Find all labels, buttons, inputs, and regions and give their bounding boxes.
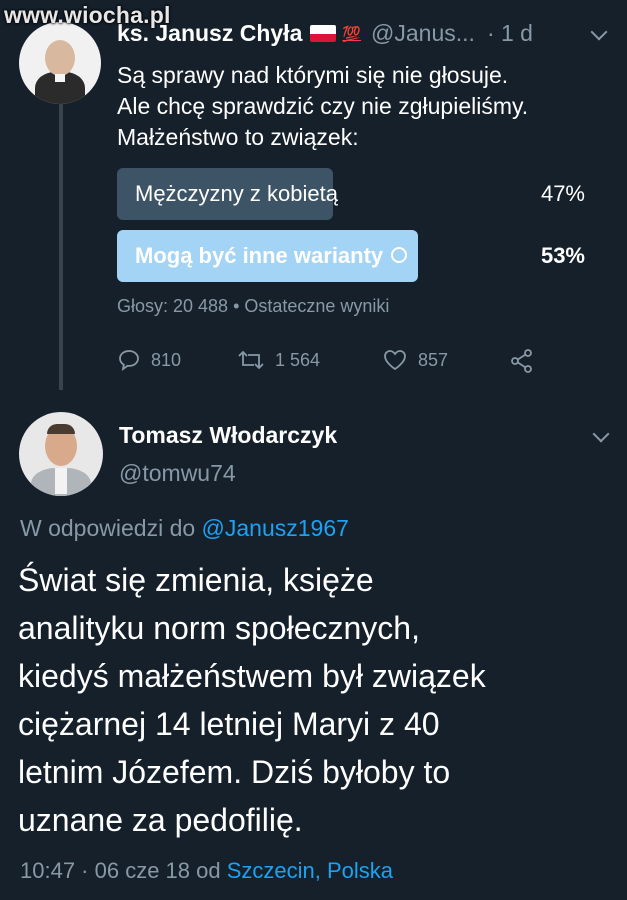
retweet-action[interactable]: 1 564 <box>237 348 320 372</box>
tweet-text-line: letnim Józefem. Dziś byłoby to <box>18 754 451 790</box>
tweet-text-line: Małżeństwo to związek: <box>117 124 359 150</box>
share-icon <box>511 349 532 373</box>
tweet-text-line: Świat się zmienia, księże <box>18 562 374 598</box>
tweet-text: Świat się zmienia, księże analityku norm… <box>18 556 618 844</box>
author-handle[interactable]: @tomwu74 <box>119 460 236 487</box>
poll-meta: Głosy: 20 488 • Ostateczne wyniki <box>117 296 390 316</box>
reply-action[interactable]: 810 <box>117 348 181 372</box>
like-action[interactable]: 857 <box>382 348 448 372</box>
reply-to-link[interactable]: @Janusz1967 <box>202 515 349 541</box>
author-avatar[interactable] <box>19 22 101 104</box>
hundred-emoji-icon: 💯 <box>342 25 362 43</box>
chevron-down-icon[interactable] <box>592 425 610 443</box>
watermark: www.wiocha.pl <box>4 2 171 28</box>
check-circle-icon <box>391 247 408 264</box>
retweet-count: 1 564 <box>275 349 321 370</box>
thread-line <box>59 100 63 390</box>
tweet-footer: 10:47 · 06 cze 18 od Szczecin, Polska <box>20 858 393 884</box>
tweet-text: Są sprawy nad którymi się nie głosuje. A… <box>117 60 528 153</box>
reply-count: 810 <box>151 349 182 370</box>
tweet-text-line: Są sprawy nad którymi się nie głosuje. <box>117 62 509 88</box>
tweet-text-line: ciężarnej 14 letniej Maryi z 40 <box>18 706 440 742</box>
location-link[interactable]: Szczecin, Polska <box>227 858 393 883</box>
tweet-text-line: analityku norm społecznych, <box>18 610 420 646</box>
like-count: 857 <box>418 349 449 370</box>
poll-option-percent: 53% <box>540 243 585 268</box>
tweet-time[interactable]: · 1 d <box>487 20 533 47</box>
heart-icon <box>384 350 406 371</box>
tweet-text-line: Ale chcę sprawdzić czy nie zgłupieliśmy. <box>117 93 529 119</box>
author-handle[interactable]: @Janus... <box>371 20 475 47</box>
poll-option: Mężczyzny z kobietą 47% <box>117 168 589 220</box>
poll-option-label: Mogą być inne warianty <box>135 243 384 268</box>
share-action[interactable] <box>509 348 535 374</box>
reply-context: W odpowiedzi do @Janusz1967 <box>20 515 349 542</box>
tweet-header: ks. Janusz Chyła 💯 @Janus... · 1 d <box>117 20 533 47</box>
poll-option-label-wrap: Mogą być inne warianty <box>135 243 408 269</box>
chevron-down-icon[interactable] <box>590 23 608 41</box>
tweet-actions: 810 1 564 857 <box>117 348 547 378</box>
tweet-timestamp[interactable]: 10:47 · 06 cze 18 od <box>20 858 221 883</box>
author-avatar[interactable] <box>19 412 103 496</box>
reply-icon <box>119 350 139 371</box>
poll-option-percent: 47% <box>540 181 585 206</box>
tweet-text-line: kiedyś małżeństwem był związek <box>18 658 486 694</box>
poll-option-selected: Mogą być inne warianty 53% <box>117 230 589 282</box>
author-name[interactable]: Tomasz Włodarczyk <box>119 422 337 449</box>
tweet-text-line: uznane za pedofilię. <box>18 802 303 838</box>
poll-option-label: Mężczyzny z kobietą <box>135 181 338 206</box>
poland-flag-icon <box>310 25 337 42</box>
reply-prefix: W odpowiedzi do <box>20 515 196 541</box>
retweet-icon <box>238 350 264 370</box>
